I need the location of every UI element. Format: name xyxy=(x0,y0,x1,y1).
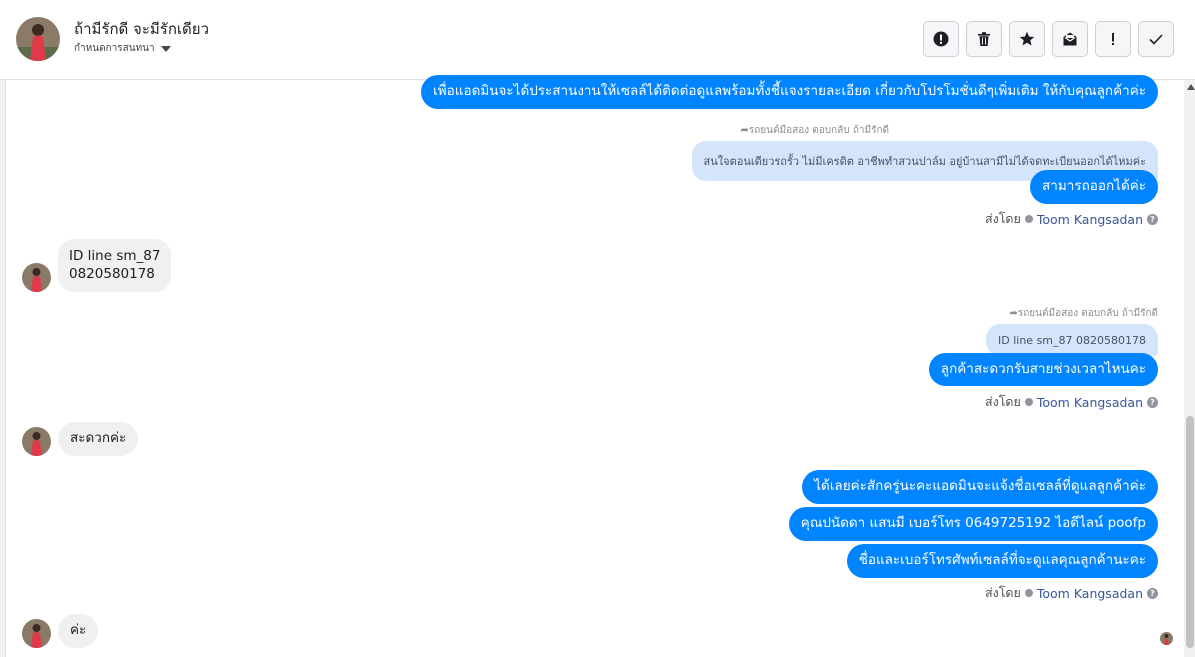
sender-name[interactable]: Toom Kangsadan xyxy=(1037,212,1143,227)
outgoing-message[interactable]: สามารถออกได้ค่ะ xyxy=(1030,170,1158,204)
important-icon xyxy=(1112,33,1114,45)
incoming-message[interactable]: สะดวกค่ะ xyxy=(58,422,139,456)
quoted-message[interactable]: ID line sm_87 0820580178 xyxy=(986,324,1158,356)
contact-avatar-small[interactable] xyxy=(22,263,51,292)
done-button[interactable] xyxy=(1138,21,1174,57)
message-line: ID line sm_87 xyxy=(69,247,161,264)
report-button[interactable] xyxy=(923,21,959,57)
outgoing-message[interactable]: คุณปนัดดา แสนมี เบอร์โทร 0649725192 ไอดี… xyxy=(788,507,1158,541)
sender-name[interactable]: Toom Kangsadan xyxy=(1037,586,1143,601)
read-receipt-avatar xyxy=(1160,632,1173,645)
contact-avatar-small[interactable] xyxy=(22,427,51,456)
sent-by-label: ส่งโดย Toom Kangsadan ? xyxy=(985,209,1158,229)
incoming-message[interactable]: ค่ะ xyxy=(58,614,99,648)
sent-by-prefix: ส่งโดย xyxy=(984,394,1021,409)
mark-unread-button[interactable] xyxy=(1052,21,1088,57)
reply-arrow-icon: ➦ xyxy=(740,125,749,136)
scroll-up-arrow-icon[interactable] xyxy=(1187,84,1195,90)
scrollbar-thumb[interactable] xyxy=(1186,416,1194,648)
verified-icon xyxy=(1024,589,1033,597)
help-icon[interactable]: ? xyxy=(1147,587,1158,599)
delete-button[interactable] xyxy=(966,21,1002,57)
conversation-settings-dropdown[interactable]: กำหนดการสนทนา xyxy=(74,41,171,56)
conversation-settings-label: กำหนดการสนทนา xyxy=(74,43,155,54)
message-line: 0820580178 xyxy=(69,265,155,282)
help-icon[interactable]: ? xyxy=(1147,396,1158,408)
sender-name[interactable]: Toom Kangsadan xyxy=(1037,395,1143,410)
outgoing-message[interactable]: ได้เลยค่ะสักครู่นะคะแอดมินจะแจ้งชื่อเซลล… xyxy=(802,470,1158,504)
star-icon xyxy=(1019,31,1035,46)
contact-name[interactable]: ถ้ามีรักดี จะมีรักเดียว xyxy=(74,17,209,41)
conversation-header: ถ้ามีรักดี จะมีรักเดียว กำหนดการสนทนา xyxy=(0,0,1195,80)
verified-icon xyxy=(1024,215,1033,223)
reply-arrow-icon: ➦ xyxy=(1009,308,1018,319)
incoming-message[interactable]: ID line sm_87 0820580178 xyxy=(58,239,172,292)
report-icon xyxy=(933,31,949,47)
reply-indicator-text: รถยนต์มือสอง ตอบกลับ ถ้ามีรักดี xyxy=(1017,308,1158,319)
outgoing-message[interactable]: เพื่อแอดมินจะได้ประสานงานให้เซลล์ได้ติดต… xyxy=(421,75,1158,109)
done-icon xyxy=(1149,34,1163,45)
star-button[interactable] xyxy=(1009,21,1045,57)
header-actions xyxy=(923,21,1174,57)
reply-indicator-text: รถยนต์มือสอง ตอบกลับ ถ้ามีรักดี xyxy=(748,125,889,136)
sent-by-prefix: ส่งโดย xyxy=(984,211,1021,226)
help-icon[interactable]: ? xyxy=(1147,213,1158,225)
left-panel-edge xyxy=(0,0,6,657)
sent-by-prefix: ส่งโดย xyxy=(984,585,1021,600)
reply-indicator: ➦รถยนต์มือสอง ตอบกลับ ถ้ามีรักดี xyxy=(740,123,889,138)
mark-unread-icon xyxy=(1063,32,1077,46)
verified-icon xyxy=(1024,398,1033,406)
contact-avatar[interactable] xyxy=(16,17,60,61)
reply-indicator: ➦รถยนต์มือสอง ตอบกลับ ถ้ามีรักดี xyxy=(1009,306,1158,321)
sent-by-label: ส่งโดย Toom Kangsadan ? xyxy=(985,583,1158,603)
trash-icon xyxy=(978,32,990,46)
caret-down-icon xyxy=(160,45,171,52)
outgoing-message[interactable]: ชื่อและเบอร์โทรศัพท์เซลล์ที่จะดูแลคุณลูก… xyxy=(846,544,1158,578)
outgoing-message[interactable]: ลูกค้าสะดวกรับสายช่วงเวลาไหนคะ xyxy=(928,353,1158,386)
sent-by-label: ส่งโดย Toom Kangsadan ? xyxy=(985,392,1158,412)
important-button[interactable] xyxy=(1095,21,1131,57)
contact-avatar-small[interactable] xyxy=(22,619,51,648)
